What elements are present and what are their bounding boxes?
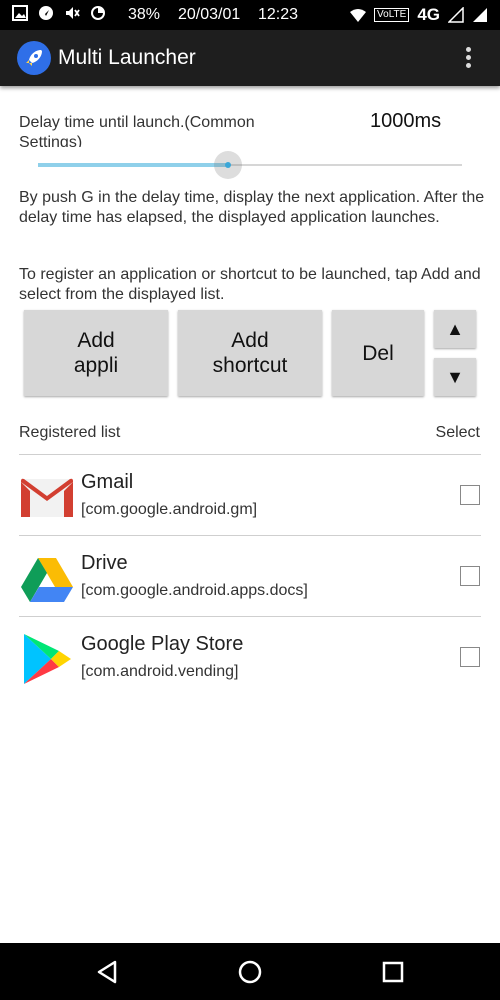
status-time: 12:23 bbox=[258, 6, 299, 23]
slider-fill bbox=[38, 163, 228, 167]
home-icon[interactable] bbox=[235, 957, 265, 987]
back-icon[interactable] bbox=[93, 957, 123, 987]
network-type: 4G bbox=[417, 5, 440, 24]
list-item-package: [com.google.android.apps.docs] bbox=[81, 582, 308, 599]
status-date: 20/03/01 bbox=[178, 6, 241, 23]
rocket-icon bbox=[17, 41, 51, 75]
image-notification-icon bbox=[12, 5, 28, 21]
add-appli-label-line2: appli bbox=[73, 354, 119, 377]
select-checkbox[interactable] bbox=[460, 566, 480, 586]
gmail-icon bbox=[21, 478, 73, 517]
list-item-name: Gmail bbox=[81, 471, 134, 493]
wifi-icon bbox=[350, 9, 367, 22]
list-item-name: Drive bbox=[81, 552, 128, 574]
list-item-google-play-store[interactable]: Google Play Store [com.android.vending] bbox=[19, 616, 481, 697]
app-bar: Multi Launcher bbox=[0, 30, 500, 86]
select-checkbox[interactable] bbox=[460, 485, 480, 505]
move-down-button[interactable]: ▼ bbox=[434, 358, 476, 396]
add-shortcut-label-line1: Add bbox=[231, 329, 269, 352]
registered-list-header: Registered list bbox=[19, 424, 121, 441]
navigation-notification-icon bbox=[39, 6, 53, 20]
list-item-name: Google Play Store bbox=[81, 633, 244, 655]
list-item-package: [com.google.android.gm] bbox=[81, 501, 258, 518]
delay-description: By push G in the delay time, display the… bbox=[19, 189, 485, 226]
battery-saver-icon bbox=[91, 6, 105, 20]
add-appli-button[interactable]: Add appli bbox=[24, 310, 168, 396]
add-appli-label-line1: Add bbox=[77, 329, 115, 352]
signal-icon bbox=[448, 7, 464, 23]
mute-icon bbox=[66, 7, 80, 19]
add-shortcut-label-line2: shortcut bbox=[212, 354, 288, 377]
status-bar: 38% 20/03/01 12:23 VoLTE 4G bbox=[0, 0, 500, 30]
add-shortcut-button[interactable]: Add shortcut bbox=[178, 310, 322, 396]
delay-value: 1000ms bbox=[370, 110, 442, 132]
delete-button[interactable]: Del bbox=[332, 310, 424, 396]
list-item-package: [com.android.vending] bbox=[81, 663, 239, 680]
battery-percent: 38% bbox=[128, 6, 161, 23]
slider-thumb[interactable] bbox=[225, 162, 231, 168]
list-item-gmail[interactable]: Gmail [com.google.android.gm] bbox=[19, 454, 481, 535]
list-item-drive[interactable]: Drive [com.google.android.apps.docs] bbox=[19, 535, 481, 616]
signal-icon-2 bbox=[473, 8, 487, 22]
delay-label: Delay time until launch.(Common Settings… bbox=[19, 114, 255, 147]
google-play-store-icon bbox=[24, 634, 71, 684]
recents-icon[interactable] bbox=[378, 957, 408, 987]
registered-list: Gmail [com.google.android.gm] Drive [com… bbox=[19, 454, 481, 697]
google-drive-icon bbox=[21, 558, 73, 602]
navigation-bar bbox=[0, 943, 500, 1000]
select-checkbox[interactable] bbox=[460, 647, 480, 667]
app-title: Multi Launcher bbox=[58, 46, 196, 69]
overflow-menu-icon[interactable] bbox=[458, 44, 478, 72]
move-up-button[interactable]: ▲ bbox=[434, 310, 476, 348]
select-header: Select bbox=[435, 424, 480, 441]
register-description: To register an application or shortcut t… bbox=[19, 266, 481, 303]
volte-badge: VoLTE bbox=[374, 8, 410, 22]
delay-slider[interactable] bbox=[38, 150, 462, 180]
